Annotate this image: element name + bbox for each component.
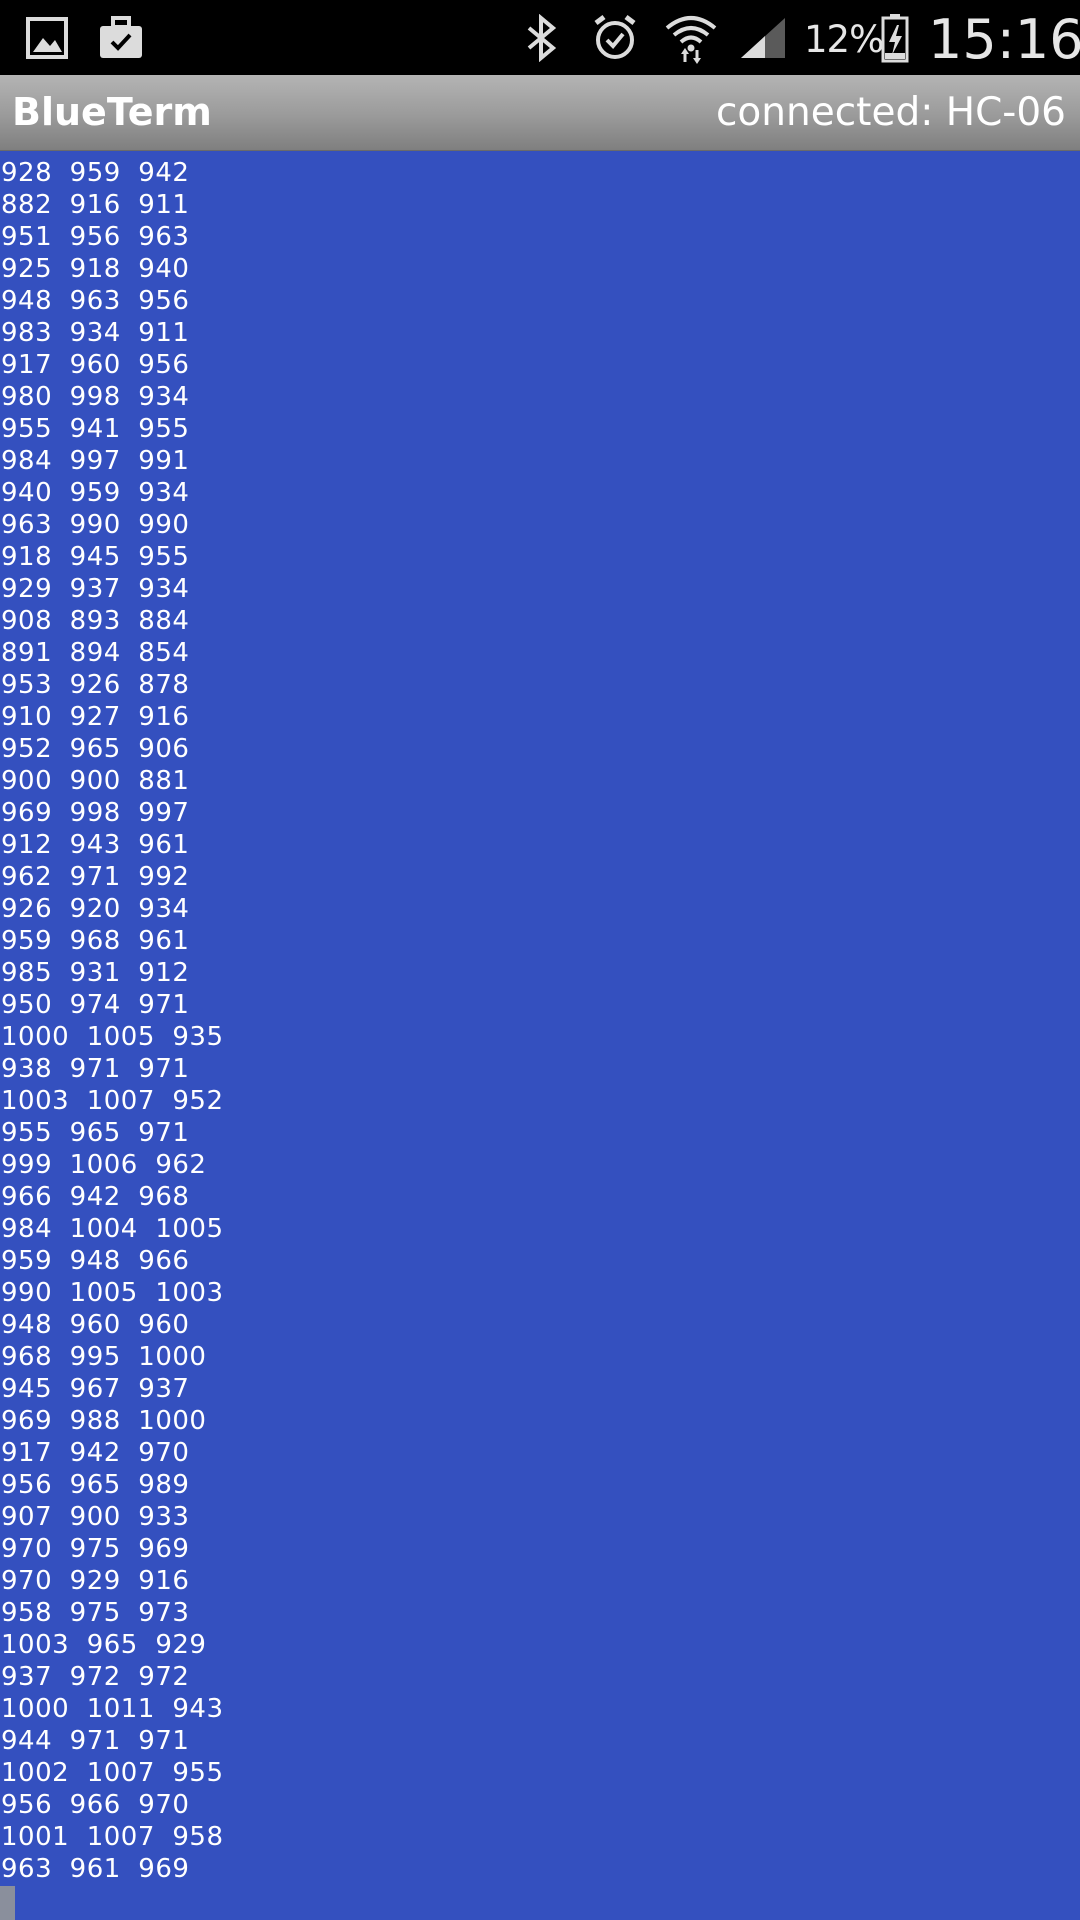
clock: 15:16 <box>928 8 1080 71</box>
terminal-line: 945 967 937 <box>1 1374 190 1404</box>
briefcase-icon <box>96 0 146 75</box>
terminal-line: 958 975 973 <box>1 1598 190 1628</box>
terminal-line: 907 900 933 <box>1 1502 190 1532</box>
terminal-line: 970 929 916 <box>1 1566 190 1596</box>
terminal-line: 999 1006 962 <box>1 1150 207 1180</box>
terminal-line: 948 963 956 <box>1 286 190 316</box>
terminal-cursor <box>0 1886 15 1920</box>
terminal-line: 984 1004 1005 <box>1 1214 224 1244</box>
terminal-line: 1001 1007 958 <box>1 1822 224 1852</box>
terminal-line: 940 959 934 <box>1 478 190 508</box>
terminal-line: 956 966 970 <box>1 1790 190 1820</box>
terminal-output: 928 959 942 882 916 911 951 956 963 925 918… <box>1 157 224 1885</box>
battery-percent-text: 12% <box>804 18 884 61</box>
terminal-line: 953 926 878 <box>1 670 190 700</box>
connection-status: connected: HC-06 <box>715 90 1066 135</box>
terminal-line: 951 956 963 <box>1 222 190 252</box>
terminal-line: 990 1005 1003 <box>1 1278 224 1308</box>
terminal-line: 963 961 969 <box>1 1854 190 1884</box>
terminal-line: 968 995 1000 <box>1 1342 207 1372</box>
terminal-line: 950 974 971 <box>1 990 190 1020</box>
terminal-line: 956 965 989 <box>1 1470 190 1500</box>
terminal-line: 929 937 934 <box>1 574 190 604</box>
terminal-line: 918 945 955 <box>1 542 190 572</box>
terminal-line: 970 975 969 <box>1 1534 190 1564</box>
terminal-line: 955 965 971 <box>1 1118 190 1148</box>
alarm-icon <box>590 0 640 75</box>
terminal-line: 917 960 956 <box>1 350 190 380</box>
terminal-line: 900 900 881 <box>1 766 190 796</box>
terminal-line: 882 916 911 <box>1 190 190 220</box>
terminal-line: 959 948 966 <box>1 1246 190 1276</box>
terminal-line: 925 918 940 <box>1 254 190 284</box>
phone-screen: 12% 15:16 BlueTerm connected: HC-06 928 … <box>0 0 1080 1920</box>
bluetooth-icon <box>522 0 562 75</box>
terminal-line: 917 942 970 <box>1 1438 190 1468</box>
terminal-line: 959 968 961 <box>1 926 190 956</box>
terminal-line: 966 942 968 <box>1 1182 190 1212</box>
terminal-line: 926 920 934 <box>1 894 190 924</box>
status-bar: 12% 15:16 <box>0 0 1080 75</box>
terminal-line: 1000 1011 943 <box>1 1694 224 1724</box>
terminal-line: 955 941 955 <box>1 414 190 444</box>
terminal-view[interactable]: 928 959 942 882 916 911 951 956 963 925 918… <box>0 151 1080 1920</box>
terminal-line: 891 894 854 <box>1 638 190 668</box>
terminal-line: 1000 1005 935 <box>1 1022 224 1052</box>
terminal-line: 962 971 992 <box>1 862 190 892</box>
app-title: BlueTerm <box>12 90 212 134</box>
terminal-line: 938 971 971 <box>1 1054 190 1084</box>
terminal-line: 948 960 960 <box>1 1310 190 1340</box>
signal-icon <box>738 0 788 75</box>
action-bar: BlueTerm connected: HC-06 <box>0 75 1080 151</box>
terminal-line: 969 998 997 <box>1 798 190 828</box>
terminal-line: 969 988 1000 <box>1 1406 207 1436</box>
terminal-line: 908 893 884 <box>1 606 190 636</box>
terminal-line: 963 990 990 <box>1 510 190 540</box>
terminal-line: 937 972 972 <box>1 1662 190 1692</box>
terminal-line: 928 959 942 <box>1 158 190 188</box>
terminal-line: 980 998 934 <box>1 382 190 412</box>
battery-icon <box>878 0 912 75</box>
terminal-line: 952 965 906 <box>1 734 190 764</box>
terminal-line: 912 943 961 <box>1 830 190 860</box>
wifi-icon <box>662 0 720 75</box>
terminal-line: 984 997 991 <box>1 446 190 476</box>
terminal-line: 1003 1007 952 <box>1 1086 224 1116</box>
terminal-line: 944 971 971 <box>1 1726 190 1756</box>
terminal-line: 1003 965 929 <box>1 1630 207 1660</box>
terminal-line: 910 927 916 <box>1 702 190 732</box>
gallery-icon <box>22 0 72 75</box>
terminal-line: 985 931 912 <box>1 958 190 988</box>
terminal-line: 983 934 911 <box>1 318 190 348</box>
terminal-line: 1002 1007 955 <box>1 1758 224 1788</box>
